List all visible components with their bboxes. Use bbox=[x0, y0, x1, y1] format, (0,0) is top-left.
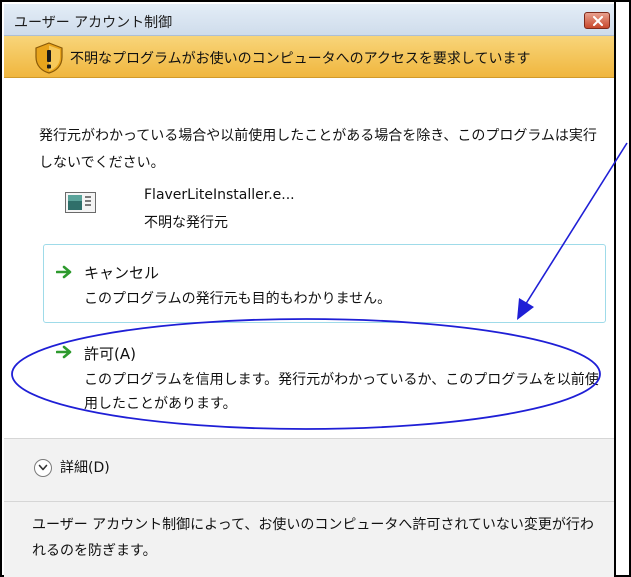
uac-dialog: ユーザー アカウント制御 不明なプログラムがお使いのコンピュータへのアクセスを要… bbox=[0, 0, 631, 577]
chevron-down-icon bbox=[34, 459, 52, 477]
details-section: 詳細(D) bbox=[4, 439, 616, 501]
window-title: ユーザー アカウント制御 bbox=[14, 15, 173, 31]
warning-bar: 不明なプログラムがお使いのコンピュータへのアクセスを要求しています bbox=[4, 36, 616, 78]
program-publisher: 不明な発行元 bbox=[144, 215, 228, 231]
cancel-option[interactable]: キャンセル このプログラムの発行元も目的もわかりません。 bbox=[43, 244, 606, 323]
footer: ユーザー アカウント制御によって、お使いのコンピュータへ許可されていない変更が行… bbox=[4, 502, 616, 577]
title-bar: ユーザー アカウント制御 bbox=[4, 4, 616, 36]
program-filename: FlaverLiteInstaller.e... bbox=[144, 187, 295, 203]
cancel-option-title: キャンセル bbox=[84, 264, 160, 282]
green-arrow-icon bbox=[56, 265, 72, 279]
close-x-icon bbox=[593, 16, 603, 26]
allow-option-title: 許可(A) bbox=[84, 345, 136, 363]
warning-message: 不明なプログラムがお使いのコンピュータへのアクセスを要求しています bbox=[70, 51, 531, 67]
footer-text: ユーザー アカウント制御によって、お使いのコンピュータへ許可されていない変更が行… bbox=[32, 517, 594, 559]
close-button[interactable] bbox=[584, 12, 610, 29]
shield-warning-icon bbox=[35, 42, 63, 74]
program-window-icon bbox=[65, 192, 96, 213]
details-label: 詳細(D) bbox=[60, 460, 110, 476]
cancel-option-text: このプログラムの発行元も目的もわかりません。 bbox=[84, 291, 392, 307]
allow-option[interactable]: 許可(A) このプログラムを信用します。発行元がわかっているか、このプログラムを… bbox=[43, 332, 606, 424]
green-arrow-icon bbox=[56, 345, 72, 359]
description-text: 発行元がわかっている場合や以前使用したことがある場合を除き、このプログラムは実行… bbox=[39, 128, 597, 171]
window-edge bbox=[614, 0, 616, 577]
allow-option-text: このプログラムを信用します。発行元がわかっているか、このプログラムを以前使用した… bbox=[84, 372, 599, 412]
